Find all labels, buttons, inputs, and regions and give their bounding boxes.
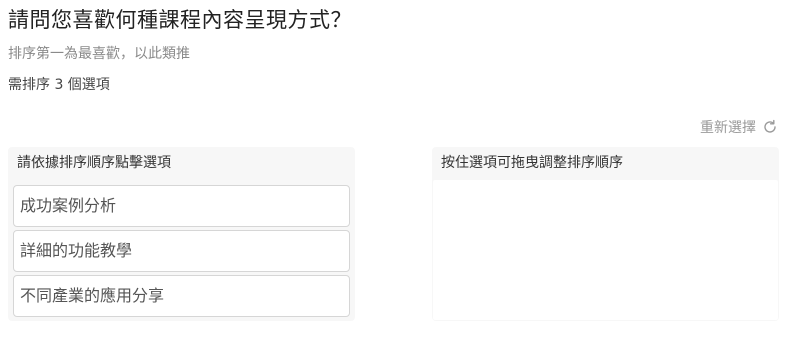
question-requirement: 需排序 3 個選項: [8, 77, 110, 93]
question-hint: 排序第一為最喜歡，以此類推: [8, 46, 190, 62]
ranked-panel: 按住選項可拖曳調整排序順序: [432, 147, 779, 321]
options-panel-header: 請依據排序順序點擊選項: [17, 155, 171, 171]
refresh-icon: [762, 119, 778, 135]
ranked-panel-header: 按住選項可拖曳調整排序順序: [441, 155, 623, 171]
option-item[interactable]: 成功案例分析: [13, 185, 350, 227]
option-item[interactable]: 不同產業的應用分享: [13, 275, 350, 317]
options-panel: 請依據排序順序點擊選項 成功案例分析 詳細的功能教學 不同產業的應用分享: [8, 147, 355, 321]
ranked-drop-area[interactable]: [433, 180, 778, 320]
options-list: 成功案例分析 詳細的功能教學 不同產業的應用分享: [13, 185, 350, 320]
reset-button[interactable]: 重新選擇: [700, 117, 778, 137]
reset-label: 重新選擇: [700, 120, 756, 136]
ranking-question: 請問您喜歡何種課程內容呈現方式？ 排序第一為最喜歡，以此類推 需排序 3 個選項…: [0, 0, 800, 348]
option-item[interactable]: 詳細的功能教學: [13, 230, 350, 272]
question-title: 請問您喜歡何種課程內容呈現方式？: [8, 8, 352, 32]
